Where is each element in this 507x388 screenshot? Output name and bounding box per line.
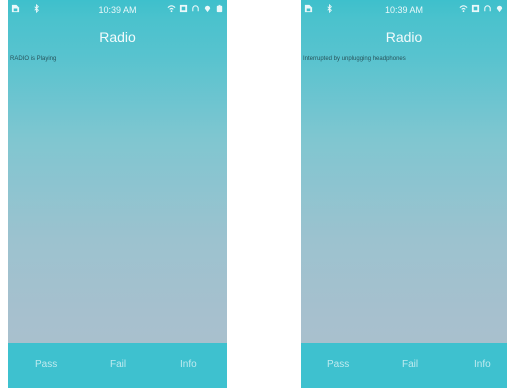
fail-button[interactable]: Fail (110, 359, 126, 370)
radio-status-text: RADIO is Playing (10, 56, 57, 62)
battery-icon (216, 4, 223, 13)
signal-icon (179, 4, 188, 13)
info-button[interactable]: Info (180, 359, 197, 370)
headphones-icon (484, 5, 491, 12)
status-bar: 10:39 AM (301, 0, 507, 20)
pass-button[interactable]: Pass (35, 359, 57, 370)
signal-icon (471, 4, 480, 13)
page-title: Radio (99, 29, 136, 45)
headphones-icon (192, 5, 199, 12)
bottom-action-bar: Pass Fail Info (8, 343, 227, 388)
wifi-icon (459, 5, 468, 13)
radio-status-text: Interrupted by unplugging headphones (303, 56, 406, 62)
location-icon (496, 5, 503, 13)
fail-button[interactable]: Fail (402, 359, 418, 370)
info-button[interactable]: Info (474, 359, 491, 370)
status-bar: 10:39 AM (8, 0, 227, 20)
wifi-icon (167, 5, 176, 13)
phone-screen-left: 10:39 AM Radio RADIO is Playing Pass Fai… (8, 0, 227, 388)
phone-screen-right: 10:39 AM Radio Interrupted by unplugging… (301, 0, 507, 388)
pass-button[interactable]: Pass (327, 359, 349, 370)
bottom-action-bar: Pass Fail Info (301, 343, 507, 388)
location-icon (204, 5, 211, 13)
page-title: Radio (385, 29, 423, 45)
